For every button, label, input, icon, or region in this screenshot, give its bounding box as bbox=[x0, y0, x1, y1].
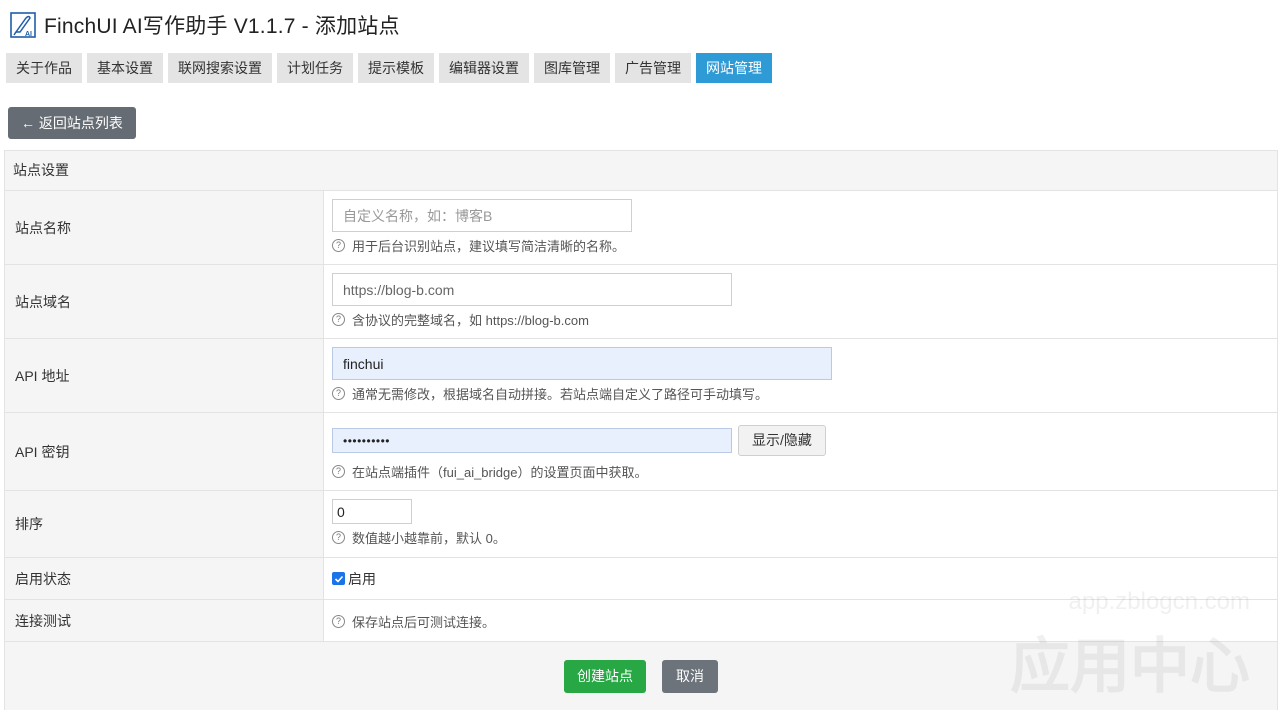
tab-editor-settings[interactable]: 编辑器设置 bbox=[439, 53, 529, 83]
tab-scheduled-tasks[interactable]: 计划任务 bbox=[277, 53, 353, 83]
main-tabs: 关于作品 基本设置 联网搜索设置 计划任务 提示模板 编辑器设置 图库管理 广告… bbox=[6, 53, 777, 83]
enable-checkbox-label[interactable]: 启用 bbox=[348, 569, 376, 589]
site-settings-panel: 站点设置 站点名称 自定义名称，如：博客B ? 用于后台识别站点，建议填写简洁清… bbox=[4, 150, 1278, 710]
sort-hint: ? 数值越小越靠前，默认 0。 bbox=[332, 528, 1269, 547]
check-icon bbox=[334, 575, 343, 583]
tab-site-management[interactable]: 网站管理 bbox=[696, 53, 772, 83]
connection-test-hint-text: 保存站点后可测试连接。 bbox=[352, 615, 496, 630]
tab-prompt-templates[interactable]: 提示模板 bbox=[358, 53, 434, 83]
api-url-input[interactable]: finchui bbox=[332, 347, 832, 380]
help-icon: ? bbox=[332, 615, 345, 628]
row-api-key: API 密钥 •••••••••• 显示/隐藏 ? 在站点端插件（fui_ai_… bbox=[5, 413, 1277, 491]
site-domain-input[interactable]: https://blog-b.com bbox=[332, 273, 732, 306]
help-icon: ? bbox=[332, 239, 345, 252]
api-key-hint: ? 在站点端插件（fui_ai_bridge）的设置页面中获取。 bbox=[332, 462, 1269, 481]
row-api-url: API 地址 finchui ? 通常无需修改，根据域名自动拼接。若站点端自定义… bbox=[5, 339, 1277, 413]
api-url-hint: ? 通常无需修改，根据域名自动拼接。若站点端自定义了路径可手动填写。 bbox=[332, 384, 1269, 403]
pen-ai-logo: AI bbox=[10, 12, 36, 38]
enable-checkbox[interactable] bbox=[332, 572, 345, 585]
cancel-button[interactable]: 取消 bbox=[662, 659, 718, 693]
back-to-site-list-button[interactable]: ← 返回站点列表 bbox=[8, 107, 136, 139]
site-name-hint: ? 用于后台识别站点，建议填写简洁清晰的名称。 bbox=[332, 236, 1269, 255]
row-site-domain: 站点域名 https://blog-b.com ? 含协议的完整域名，如 htt… bbox=[5, 265, 1277, 339]
site-domain-hint: ? 含协议的完整域名，如 https://blog-b.com bbox=[332, 310, 1269, 329]
row-status: 启用状态 启用 bbox=[5, 558, 1277, 600]
connection-test-label: 连接测试 bbox=[5, 600, 324, 641]
sort-hint-text: 数值越小越靠前，默认 0。 bbox=[352, 531, 506, 546]
tab-ad-management[interactable]: 广告管理 bbox=[615, 53, 691, 83]
app-header: AI FinchUI AI写作助手 V1.1.7 - 添加站点 bbox=[10, 10, 400, 40]
sort-label: 排序 bbox=[5, 491, 324, 557]
row-sort: 排序 0 ? 数值越小越靠前，默认 0。 bbox=[5, 491, 1277, 558]
help-icon: ? bbox=[332, 465, 345, 478]
status-label: 启用状态 bbox=[5, 558, 324, 599]
api-url-label: API 地址 bbox=[5, 339, 324, 412]
site-name-label: 站点名称 bbox=[5, 191, 324, 264]
tab-gallery-management[interactable]: 图库管理 bbox=[534, 53, 610, 83]
row-site-name: 站点名称 自定义名称，如：博客B ? 用于后台识别站点，建议填写简洁清晰的名称。 bbox=[5, 191, 1277, 265]
site-name-input[interactable]: 自定义名称，如：博客B bbox=[332, 199, 632, 232]
tab-basic-settings[interactable]: 基本设置 bbox=[87, 53, 163, 83]
api-key-input[interactable]: •••••••••• bbox=[332, 428, 732, 453]
help-icon: ? bbox=[332, 531, 345, 544]
site-domain-hint-text: 含协议的完整域名，如 https://blog-b.com bbox=[352, 313, 589, 328]
panel-heading: 站点设置 bbox=[5, 151, 1277, 191]
api-key-hint-text: 在站点端插件（fui_ai_bridge）的设置页面中获取。 bbox=[352, 465, 648, 480]
row-connection-test: 连接测试 ? 保存站点后可测试连接。 bbox=[5, 600, 1277, 642]
form-actions: 创建站点 取消 bbox=[5, 642, 1277, 710]
sort-input[interactable]: 0 bbox=[332, 499, 412, 524]
help-icon: ? bbox=[332, 387, 345, 400]
site-domain-label: 站点域名 bbox=[5, 265, 324, 338]
site-name-hint-text: 用于后台识别站点，建议填写简洁清晰的名称。 bbox=[352, 239, 626, 254]
api-url-hint-text: 通常无需修改，根据域名自动拼接。若站点端自定义了路径可手动填写。 bbox=[352, 387, 769, 402]
create-site-button[interactable]: 创建站点 bbox=[564, 659, 646, 693]
tab-about[interactable]: 关于作品 bbox=[6, 53, 82, 83]
api-key-label: API 密钥 bbox=[5, 413, 324, 490]
help-icon: ? bbox=[332, 313, 345, 326]
svg-text:AI: AI bbox=[25, 31, 32, 38]
tab-web-search-settings[interactable]: 联网搜索设置 bbox=[168, 53, 272, 83]
toggle-visibility-button[interactable]: 显示/隐藏 bbox=[738, 425, 826, 456]
connection-test-hint: ? 保存站点后可测试连接。 bbox=[332, 612, 495, 631]
page-title: FinchUI AI写作助手 V1.1.7 - 添加站点 bbox=[44, 15, 400, 38]
